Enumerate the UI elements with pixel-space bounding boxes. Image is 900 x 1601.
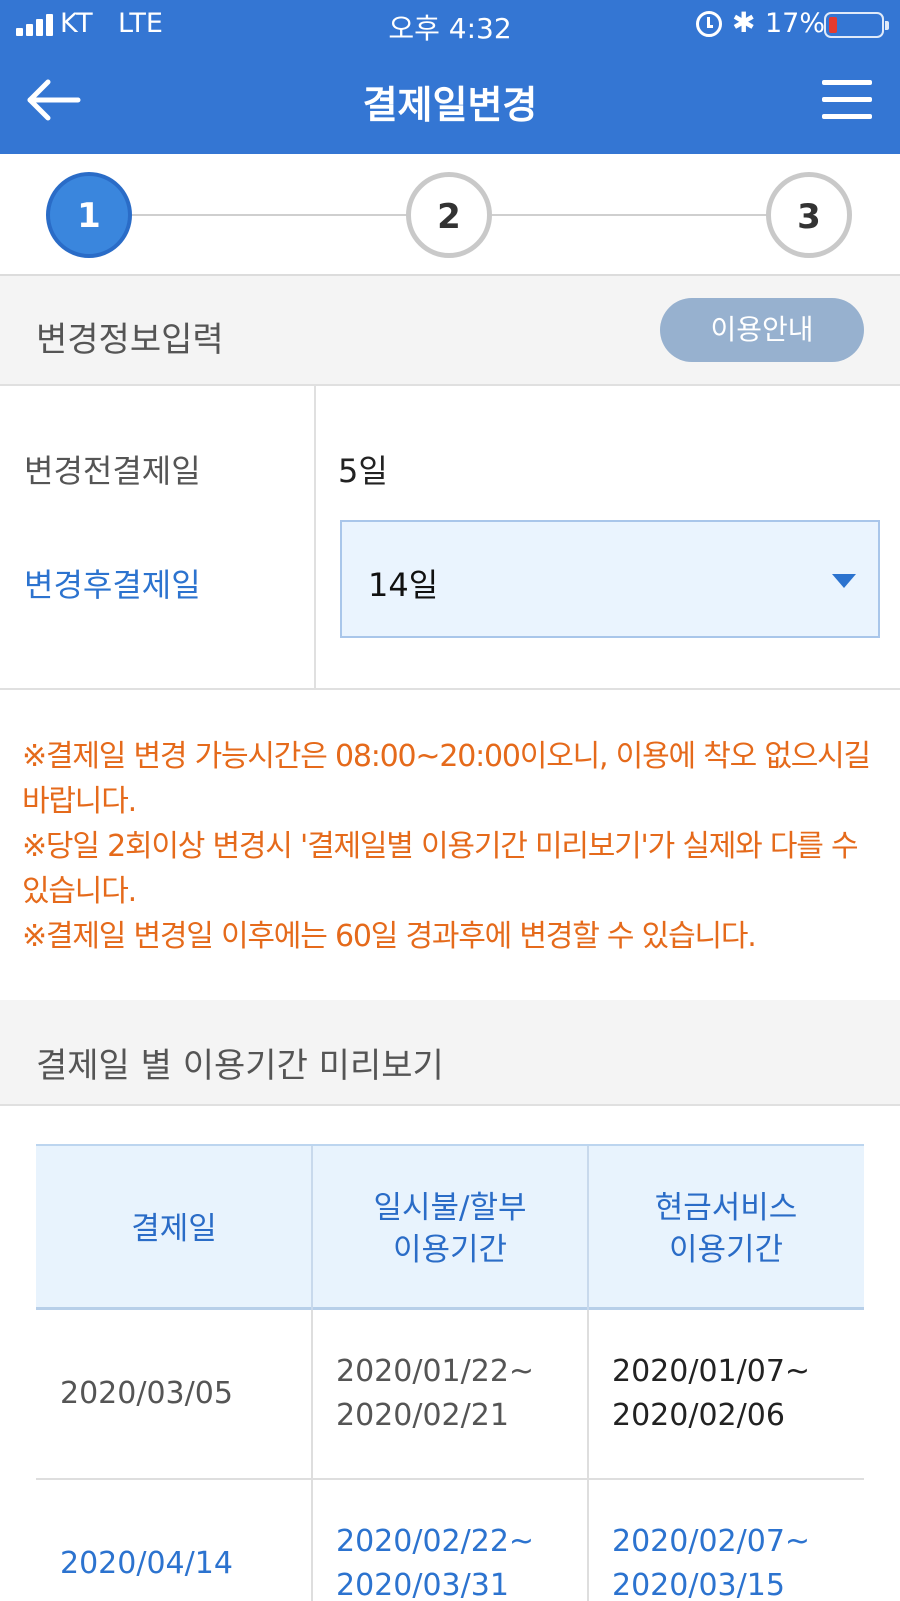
row-payment-date: 2020/04/14 (60, 1546, 233, 1581)
row-cash-period: 2020/02/07~ 2020/03/15 (612, 1524, 811, 1601)
step-connector (132, 214, 410, 216)
step-1: 1 (46, 172, 132, 258)
header-cash-period: 현금서비스 이용기간 (654, 1190, 798, 1268)
table-row: 2020/04/14 2020/02/22~ 2020/03/31 2020/0… (36, 1480, 864, 1601)
after-date-select[interactable]: 14일 (340, 520, 880, 638)
alarm-icon (696, 11, 722, 37)
row-installment-period: 2020/02/22~ 2020/03/31 (336, 1524, 535, 1601)
row-payment-date: 2020/03/05 (60, 1376, 233, 1411)
table-row: 2020/03/05 2020/01/22~ 2020/02/21 2020/0… (36, 1310, 864, 1480)
section-header-input: 변경정보입력 이용안내 (0, 276, 900, 386)
step-2: 2 (406, 172, 492, 258)
after-date-label: 변경후결제일 (24, 566, 201, 604)
before-date-label: 변경전결제일 (24, 452, 201, 490)
section-title: 변경정보입력 (36, 320, 224, 360)
step-indicator: 1 2 3 (0, 154, 900, 276)
step-3: 3 (766, 172, 852, 258)
before-date-value: 5일 (338, 452, 388, 490)
notice-list: ※결제일 변경 가능시간은 08:00~20:00이오니, 이용에 착오 없으시… (22, 734, 882, 959)
section-title: 결제일 별 이용기간 미리보기 (36, 1046, 444, 1086)
page-title: 결제일변경 (362, 83, 538, 127)
notice-item: ※당일 2회이상 변경시 '결제일별 이용기간 미리보기'가 실제와 다를 수 … (22, 829, 859, 909)
battery-icon (824, 12, 889, 38)
section-header-preview: 결제일 별 이용기간 미리보기 (0, 1000, 900, 1106)
table-header: 결제일 일시불/할부 이용기간 현금서비스 이용기간 (36, 1144, 864, 1312)
bluetooth-icon: ✱ (732, 6, 756, 39)
battery-percent: 17% (765, 8, 826, 39)
hamburger-menu-icon[interactable] (822, 80, 872, 120)
status-bar: KT LTE 오후 4:32 ✱ 17% (0, 0, 900, 50)
notice-item: ※결제일 변경 가능시간은 08:00~20:00이오니, 이용에 착오 없으시… (22, 739, 871, 819)
row-installment-period: 2020/01/22~ 2020/02/21 (336, 1354, 535, 1433)
selected-date-value: 14일 (368, 566, 439, 604)
app-header: KT LTE 오후 4:32 ✱ 17% 결제일변경 (0, 0, 900, 154)
chevron-down-icon (832, 574, 856, 588)
change-form: 변경전결제일 5일 변경후결제일 14일 (0, 386, 900, 690)
row-cash-period: 2020/01/07~ 2020/02/06 (612, 1354, 811, 1433)
usage-guide-button[interactable]: 이용안내 (660, 298, 864, 362)
notice-item: ※결제일 변경일 이후에는 60일 경과후에 변경할 수 있습니다. (22, 919, 757, 954)
header-installment-period: 일시불/할부 이용기간 (373, 1190, 527, 1268)
header-payment-date: 결제일 (131, 1211, 217, 1247)
step-connector (492, 214, 770, 216)
